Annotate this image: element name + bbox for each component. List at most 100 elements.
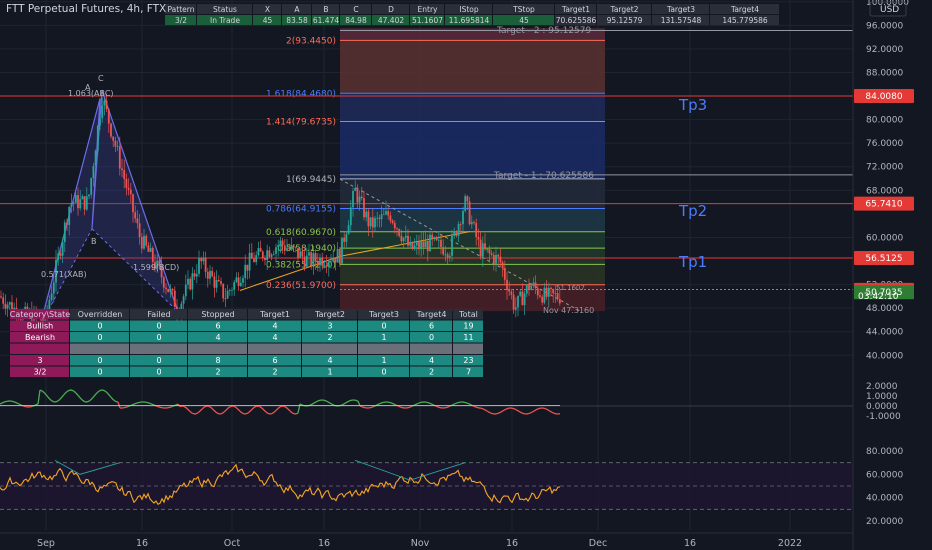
price-badge-label: 84.0080 [865, 92, 902, 102]
osc-segment [315, 400, 319, 403]
stats-header: Target4 [416, 310, 447, 319]
candle-body [171, 288, 174, 291]
candle-body [200, 258, 203, 262]
candle-body [272, 253, 275, 255]
top-table-header: TStop [512, 5, 535, 14]
top-table-header: D [388, 5, 394, 14]
candle-body [420, 241, 423, 250]
osc-segment [453, 402, 457, 405]
candle-body [319, 257, 321, 266]
fib-zone [340, 248, 605, 265]
stats-value: 7 [466, 368, 471, 377]
stats-value: 0 [97, 333, 102, 342]
candle-body [50, 293, 53, 301]
stats-value: 0 [97, 368, 102, 377]
candle-body [490, 253, 493, 255]
stats-cell [453, 343, 483, 354]
candle-body [195, 273, 198, 277]
candle-body [246, 264, 249, 271]
symbol-title[interactable]: FTT Perpetual Futures, 4h, FTX [6, 3, 166, 15]
candle-body [448, 255, 451, 258]
osc-segment [527, 412, 531, 415]
osc-segment [35, 403, 39, 406]
candle-body [286, 248, 288, 251]
currency-label[interactable]: USD [880, 5, 899, 15]
stats-value: 1 [381, 356, 386, 365]
osc-segment [489, 412, 493, 415]
top-table-value: 45 [519, 16, 529, 25]
top-table-value: 47.402 [378, 16, 404, 25]
candle-body [118, 146, 121, 169]
stats-header: Overridden [78, 310, 123, 319]
chart-canvas[interactable]: 2(93.4450) 1.618(84.4680) 1.414(79.6735) 1(… [0, 0, 932, 550]
candle-body [235, 277, 238, 283]
stats-cell [130, 343, 187, 354]
candle-body [382, 214, 385, 216]
osc-segment [133, 402, 137, 405]
osc-segment [13, 401, 17, 404]
osc-segment [179, 405, 183, 408]
stats-header: Failed [147, 310, 170, 319]
candle-body [94, 150, 97, 166]
osc-segment [529, 411, 533, 414]
top-table-value: 84.98 [345, 16, 367, 25]
price-tick-label: 92.0000 [866, 45, 903, 55]
entry-tag: 51.1607 [556, 284, 585, 292]
candle-body [294, 247, 297, 249]
candle-body [105, 100, 108, 110]
osc-segment [317, 399, 321, 402]
osc-segment [83, 400, 87, 403]
candle-body [453, 231, 456, 236]
osc-segment [521, 412, 525, 415]
fib-zone [340, 231, 605, 249]
stats-header: Stopped [201, 310, 234, 319]
candle-body [77, 195, 79, 209]
stats-value: 4 [272, 322, 277, 331]
candle-body [198, 258, 200, 274]
candle-body [345, 234, 348, 242]
osc-segment [149, 402, 153, 405]
candle-body [385, 211, 387, 215]
stats-value: 0 [381, 368, 386, 377]
candle-body [400, 235, 403, 242]
candle-body [261, 251, 264, 258]
candle-body [270, 254, 273, 257]
fib-level-label: 2(93.4450) [286, 36, 336, 46]
point-c-label: C [98, 74, 104, 83]
stats-value: 4 [429, 356, 434, 365]
candle-body [358, 196, 361, 203]
candle-body [233, 282, 236, 290]
stats-value: 3 [327, 322, 332, 331]
candle-body [354, 187, 357, 192]
stats-cell [10, 343, 69, 354]
candle-body [506, 279, 508, 291]
osc-segment [495, 412, 499, 415]
price-tick-label: 68.0000 [866, 186, 903, 196]
candle-body [481, 243, 484, 257]
stats-cell [358, 343, 409, 354]
candle-body [418, 242, 420, 250]
candle-body [374, 218, 376, 228]
osc-segment [171, 405, 175, 408]
top-table-header: X [265, 5, 270, 14]
candle-body [550, 287, 552, 290]
osc-segment [245, 412, 249, 415]
osc-segment [157, 406, 161, 408]
candle-body [132, 194, 134, 213]
candle-body [138, 223, 141, 237]
target-label-tp1: Tp1 [678, 253, 707, 271]
d-point-label: Nov 47.3160 [543, 306, 594, 315]
candle-body [330, 261, 332, 263]
osc-segment [535, 408, 539, 411]
candle-body [402, 237, 405, 242]
stats-header: Target2 [314, 310, 345, 319]
fib-level-label: 0.236(51.9700) [266, 281, 336, 291]
candle-body [525, 285, 528, 294]
top-table-value: 95.12579 [607, 16, 643, 25]
osc-segment [361, 406, 365, 409]
candle-body [552, 289, 555, 294]
top-table-header: A [294, 5, 300, 14]
candle-body [151, 248, 154, 263]
candle-body [459, 224, 462, 225]
candle-body [187, 278, 189, 285]
